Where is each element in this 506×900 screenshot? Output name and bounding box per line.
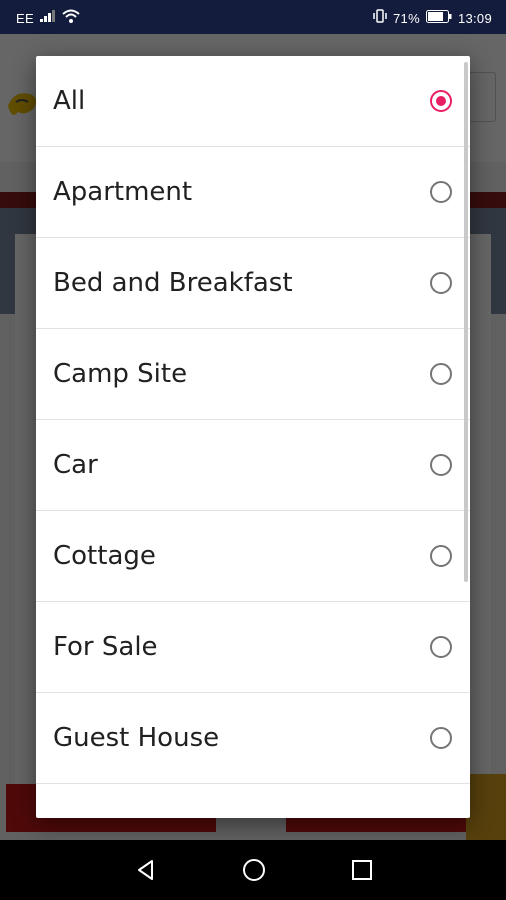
recents-icon[interactable] (350, 858, 374, 882)
option-label: Cottage (53, 541, 156, 571)
option-label: Car (53, 450, 98, 480)
option-label: Apartment (53, 177, 193, 207)
option-car[interactable]: Car (36, 420, 470, 511)
radio-unchecked-icon[interactable] (430, 363, 452, 385)
radio-unchecked-icon[interactable] (430, 181, 452, 203)
home-icon[interactable] (242, 858, 266, 882)
option-label: All (53, 86, 86, 116)
radio-dot (436, 96, 446, 106)
option-label: Camp Site (53, 359, 188, 389)
wifi-icon (62, 9, 80, 27)
vibrate-icon (373, 9, 387, 27)
property-type-dialog: All Apartment Bed and Breakfast Camp Sit… (36, 56, 470, 818)
option-cottage[interactable]: Cottage (36, 511, 470, 602)
radio-unchecked-icon[interactable] (430, 727, 452, 749)
option-bed-and-breakfast[interactable]: Bed and Breakfast (36, 238, 470, 329)
option-label: Guest House (53, 723, 220, 753)
battery-icon (425, 9, 452, 27)
option-camp-site[interactable]: Camp Site (36, 329, 470, 420)
carrier-label: EE (16, 10, 34, 26)
radio-checked-icon[interactable] (430, 90, 452, 112)
back-icon[interactable] (134, 858, 158, 882)
clock: 13:09 (457, 10, 492, 26)
radio-unchecked-icon[interactable] (430, 636, 452, 658)
signal-icon (39, 10, 56, 26)
option-for-sale[interactable]: For Sale (36, 602, 470, 693)
option-apartment[interactable]: Apartment (36, 147, 470, 238)
radio-unchecked-icon[interactable] (430, 454, 452, 476)
status-bar-right: 71% 13:09 (373, 9, 492, 27)
option-all[interactable]: All (36, 56, 470, 147)
status-bar: EE 71% 13:09 (0, 0, 506, 34)
option-guest-house[interactable]: Guest House (36, 693, 470, 784)
dialog-scrollbar[interactable] (464, 62, 468, 582)
option-label: Bed and Breakfast (53, 268, 293, 298)
radio-unchecked-icon[interactable] (430, 545, 452, 567)
navigation-bar (0, 840, 506, 900)
radio-unchecked-icon[interactable] (430, 272, 452, 294)
battery-percent: 71% (393, 10, 420, 26)
status-bar-left: EE (16, 9, 80, 27)
option-label: For Sale (53, 632, 158, 662)
